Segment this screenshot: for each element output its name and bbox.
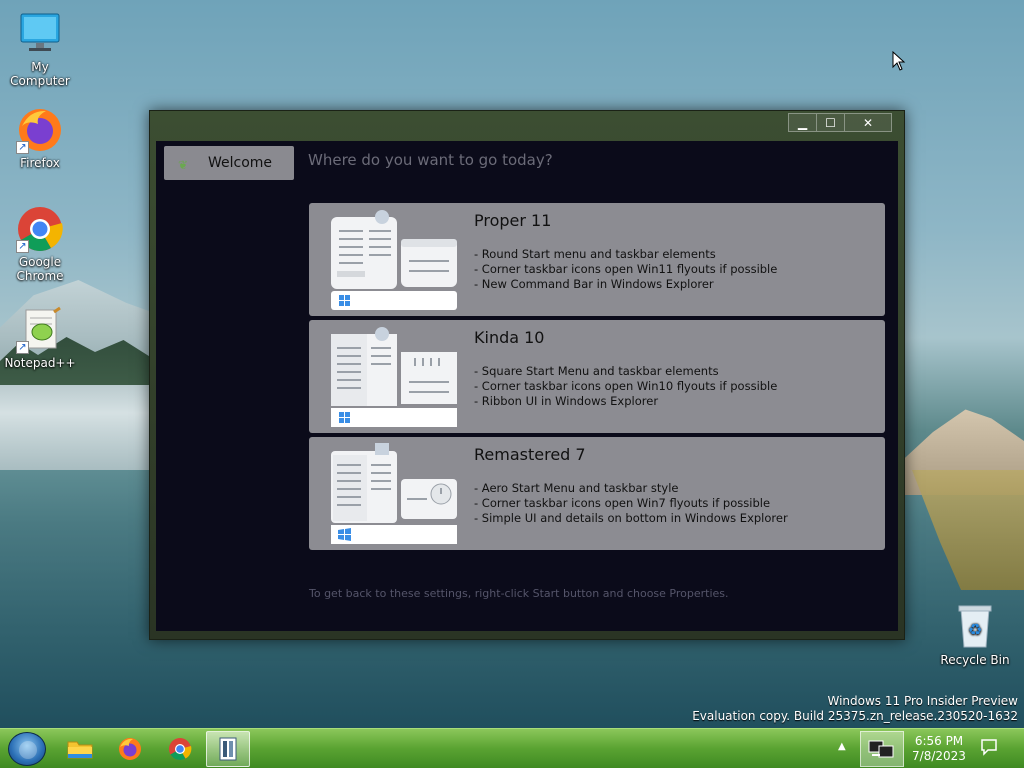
- start-button[interactable]: [8, 732, 46, 766]
- option-description: - Square Start Menu and taskbar elements…: [474, 364, 777, 409]
- chevron-up-icon: ▲: [838, 741, 846, 752]
- file-explorer-icon: [67, 741, 93, 759]
- win11-style-illustration: [329, 209, 459, 311]
- taskbar-file-explorer[interactable]: [58, 731, 102, 767]
- option-remastered-7[interactable]: Remastered 7 - Aero Start Menu and taskb…: [309, 437, 885, 550]
- option-bullet: - Corner taskbar icons open Win10 flyout…: [474, 379, 778, 393]
- notepadpp-icon: ↗: [16, 306, 64, 354]
- option-bullet: - Square Start Menu and taskbar elements: [474, 364, 719, 378]
- close-icon: ✕: [862, 115, 874, 130]
- taskbar-clock[interactable]: 6:56 PM 7/8/2023: [908, 734, 970, 764]
- evaluation-watermark: Windows 11 Pro Insider Preview Evaluatio…: [692, 694, 1018, 724]
- window-client-area: ❦ Welcome Where do you want to go today?: [156, 141, 898, 631]
- shortcut-arrow-icon: ↗: [16, 141, 29, 154]
- minimize-button[interactable]: ▁: [788, 113, 816, 132]
- win7-style-illustration: [329, 443, 459, 545]
- notification-icon: [981, 739, 997, 756]
- option-bullet: - Corner taskbar icons open Win11 flyout…: [474, 262, 778, 276]
- computer-icon: [16, 10, 64, 58]
- watermark-line: Evaluation copy. Build 25375.zn_release.…: [692, 709, 1018, 723]
- windows-logo-icon: [19, 741, 37, 759]
- option-bullet: - Aero Start Menu and taskbar style: [474, 481, 679, 495]
- watermark-line: Windows 11 Pro Insider Preview: [827, 694, 1018, 708]
- option-bullet: - Ribbon UI in Windows Explorer: [474, 394, 659, 408]
- option-proper-11[interactable]: Proper 11 - Round Start menu and taskbar…: [309, 203, 885, 316]
- desktop-icon-label: Notepad++: [4, 356, 76, 370]
- svg-text:♻: ♻: [968, 620, 982, 639]
- taskbar: ▲ 6:56 PM 7/8/2023: [0, 728, 1024, 768]
- desktop-icon-chrome[interactable]: ↗ Google Chrome: [0, 205, 80, 283]
- welcome-window: ▁ ☐ ✕ ❦ Welcome Where do you want to go …: [149, 110, 905, 640]
- option-bullet: - New Command Bar in Windows Explorer: [474, 277, 714, 291]
- caption-buttons: ▁ ☐ ✕: [788, 113, 892, 132]
- page-prompt: Where do you want to go today?: [308, 151, 553, 169]
- desktop-icon-label: My Computer: [10, 60, 70, 88]
- taskbar-firefox[interactable]: [108, 731, 152, 767]
- taskbar-active-app[interactable]: [206, 731, 250, 767]
- option-bullet: - Round Start menu and taskbar elements: [474, 247, 716, 261]
- shortcut-arrow-icon: ↗: [16, 341, 29, 354]
- option-title: Kinda 10: [474, 328, 545, 347]
- clock-date: 7/8/2023: [912, 749, 966, 763]
- maximize-button[interactable]: ☐: [816, 113, 844, 132]
- sidebar-item-welcome[interactable]: ❦ Welcome: [164, 146, 294, 180]
- desktop-icon-notepadpp[interactable]: ↗ Notepad++: [0, 306, 80, 370]
- option-bullet: - Corner taskbar icons open Win7 flyouts…: [474, 496, 771, 510]
- minimize-icon: ▁: [797, 115, 808, 130]
- firefox-icon: [119, 738, 141, 760]
- desktop-icon-label: Firefox: [20, 156, 60, 170]
- document-app-icon: [219, 737, 237, 761]
- option-description: - Round Start menu and taskbar elements …: [474, 247, 777, 292]
- sidebar-item-label: Welcome: [208, 155, 273, 171]
- recycle-bin-icon: ♻: [951, 603, 999, 651]
- clock-time: 6:56 PM: [914, 734, 964, 748]
- desktop-icon-recycle-bin[interactable]: ♻ Recycle Bin: [935, 603, 1015, 667]
- network-icon: [868, 740, 894, 758]
- option-description: - Aero Start Menu and taskbar style - Co…: [474, 481, 788, 526]
- shortcut-arrow-icon: ↗: [16, 240, 29, 253]
- chrome-icon: ↗: [16, 205, 64, 253]
- network-tray-button[interactable]: [860, 731, 904, 767]
- firefox-icon: ↗: [16, 106, 64, 154]
- desktop-icon-my-computer[interactable]: My Computer: [0, 10, 80, 88]
- option-title: Proper 11: [474, 211, 552, 230]
- win10-style-illustration: [329, 326, 459, 428]
- close-button[interactable]: ✕: [844, 113, 892, 132]
- option-kinda-10[interactable]: Kinda 10 - Square Start Menu and taskbar…: [309, 320, 885, 433]
- leaf-icon: ❦: [178, 158, 189, 172]
- taskbar-chrome[interactable]: [158, 731, 202, 767]
- desktop-icon-firefox[interactable]: ↗ Firefox: [0, 106, 80, 170]
- maximize-icon: ☐: [825, 115, 836, 130]
- desktop-icon-label: Google Chrome: [16, 255, 64, 283]
- notification-center-button[interactable]: [980, 738, 998, 756]
- footer-hint: To get back to these settings, right-cli…: [309, 587, 729, 600]
- chrome-icon: [169, 738, 192, 760]
- option-bullet: - Simple UI and details on bottom in Win…: [474, 511, 788, 525]
- desktop-icon-label: Recycle Bin: [940, 653, 1010, 667]
- mouse-cursor-icon: [892, 50, 906, 75]
- option-title: Remastered 7: [474, 445, 586, 464]
- show-hidden-icons-button[interactable]: ▲: [838, 741, 846, 752]
